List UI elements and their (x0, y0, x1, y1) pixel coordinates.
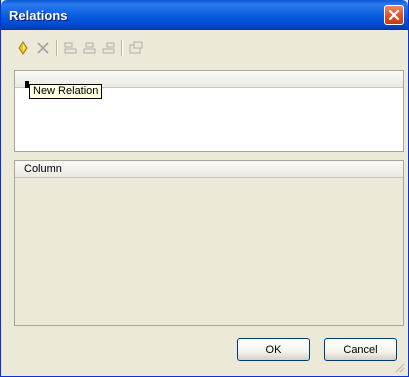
delete-icon (37, 42, 49, 54)
tooltip: New Relation (29, 84, 103, 99)
align-center-button[interactable] (81, 39, 99, 57)
relations-list[interactable] (14, 70, 404, 152)
resize-grip-icon[interactable] (394, 362, 405, 373)
window-title: Relations (9, 8, 68, 23)
properties-icon (129, 41, 143, 54)
column-header-label: Column (24, 163, 62, 175)
ok-button[interactable]: OK (237, 338, 310, 361)
new-relation-icon (18, 41, 28, 55)
align-right-icon (102, 42, 115, 54)
column-panel[interactable]: Column (14, 160, 404, 326)
new-relation-button[interactable] (14, 39, 32, 57)
column-header[interactable]: Column (15, 161, 403, 178)
toolbar (14, 37, 404, 59)
align-left-button[interactable] (62, 39, 80, 57)
close-icon (388, 9, 400, 21)
close-button[interactable] (384, 5, 404, 25)
title-bar[interactable]: Relations (1, 0, 408, 30)
align-left-icon (64, 42, 77, 54)
properties-button[interactable] (127, 39, 145, 57)
relations-dialog: Relations Column New Relation OK Cancel (0, 0, 409, 377)
align-center-icon (83, 42, 96, 54)
toolbar-separator (56, 40, 58, 56)
delete-button[interactable] (34, 39, 52, 57)
align-right-button[interactable] (100, 39, 118, 57)
cancel-button[interactable]: Cancel (324, 338, 397, 361)
toolbar-separator (121, 40, 123, 56)
